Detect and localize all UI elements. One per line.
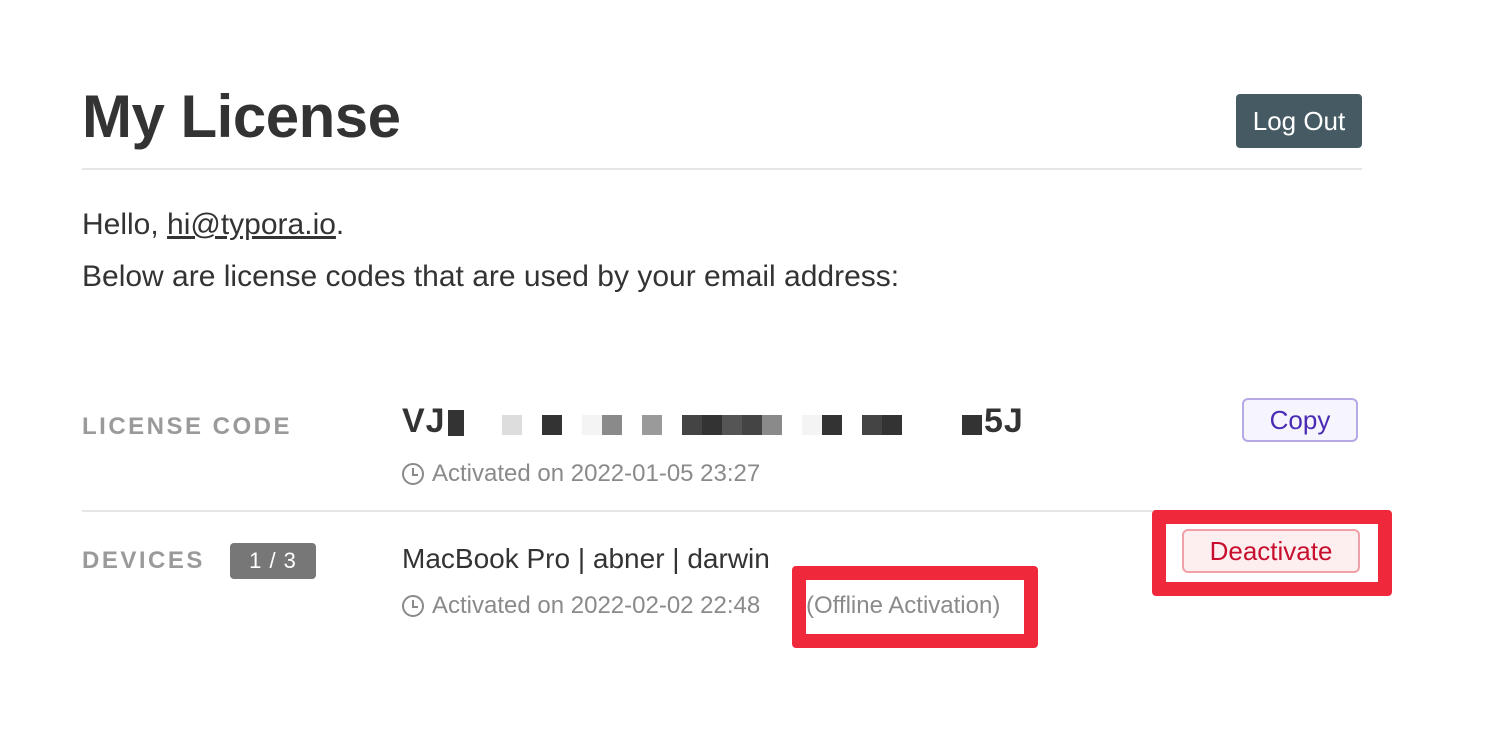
greeting-line: Hello, hi@typora.io. bbox=[82, 208, 344, 242]
license-code-prefix: VJ bbox=[402, 402, 446, 440]
license-page: My License Log Out Hello, hi@typora.io. … bbox=[0, 0, 1490, 754]
greeting-suffix: . bbox=[335, 208, 345, 241]
greeting-prefix: Hello, bbox=[82, 208, 168, 241]
clock-icon bbox=[402, 463, 424, 485]
device-activated: Activated on 2022-02-02 22:48 bbox=[402, 592, 760, 620]
device-name: MacBook Pro | abner | darwin bbox=[402, 543, 770, 574]
header-divider bbox=[82, 168, 1362, 170]
license-activated-text: Activated on 2022-01-05 23:27 bbox=[432, 460, 761, 487]
license-code-tail: 5J bbox=[984, 402, 1024, 441]
page-title: My License bbox=[82, 83, 401, 150]
copy-button[interactable]: Copy bbox=[1242, 398, 1358, 442]
license-code: VJ bbox=[402, 402, 446, 441]
license-activated: Activated on 2022-01-05 23:27 bbox=[402, 460, 760, 488]
devices-count-badge: 1 / 3 bbox=[230, 543, 316, 579]
offline-activation-highlight bbox=[792, 566, 1038, 648]
devices-label: DEVICES bbox=[82, 547, 205, 574]
deactivate-highlight bbox=[1152, 510, 1392, 596]
logout-button[interactable]: Log Out bbox=[1236, 94, 1362, 148]
intro-text: Below are license codes that are used by… bbox=[82, 260, 900, 293]
email-link[interactable]: hi@typora.io bbox=[167, 208, 336, 241]
license-code-suffix: 5J bbox=[984, 402, 1024, 440]
device-activated-text: Activated on 2022-02-02 22:48 bbox=[432, 592, 761, 619]
license-code-label: LICENSE CODE bbox=[82, 413, 293, 440]
clock-icon bbox=[402, 595, 424, 617]
